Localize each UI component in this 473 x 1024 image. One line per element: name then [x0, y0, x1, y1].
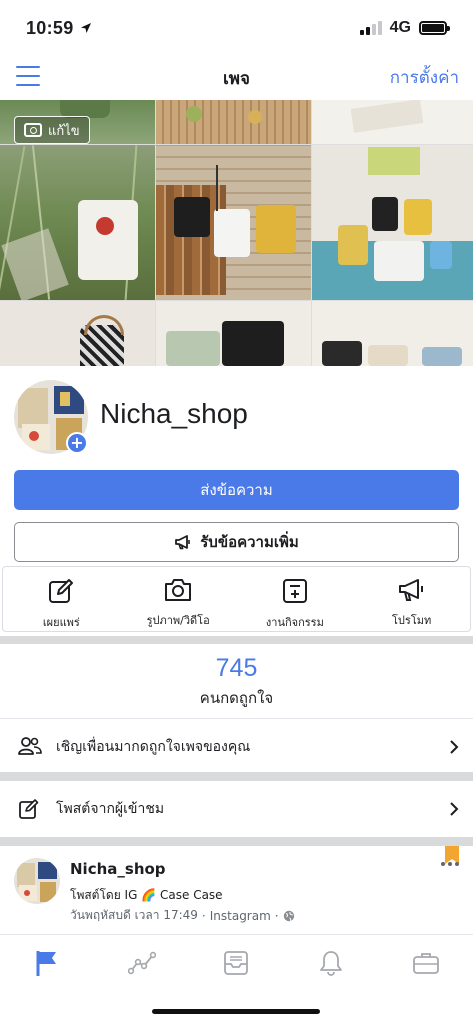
action-label: เผยแพร่ [42, 616, 80, 629]
edit-cover-label: แก้ไข [48, 123, 80, 139]
invite-friends-label: เชิญเพื่อนมากดถูกใจเพจของคุณ [56, 739, 251, 755]
get-more-messages-label: รับข้อความเพิ่ม [200, 533, 299, 551]
inbox-icon [224, 950, 249, 975]
visitor-posts-label: โพสต์จากผู้เข้าชม [56, 801, 165, 817]
page-title: เพจ [223, 68, 250, 89]
friends-icon [18, 737, 42, 755]
rainbow-emoji: 🌈 [141, 888, 157, 902]
event-icon [282, 579, 307, 603]
tab-inbox[interactable] [189, 935, 284, 990]
section-divider [0, 772, 473, 781]
tab-insights[interactable] [95, 935, 190, 990]
megaphone-icon [175, 535, 191, 550]
action-label: รูปภาพ/วิดีโอ [146, 614, 210, 627]
action-label: โปรโมท [392, 614, 432, 627]
tab-page[interactable] [0, 935, 95, 990]
invite-friends-row[interactable]: เชิญเพื่อนมากดถูกใจเพจของคุณ [0, 719, 473, 775]
network-type: 4G [389, 19, 411, 36]
cover-tile [156, 145, 311, 300]
section-divider [0, 636, 473, 644]
post-author-avatar[interactable] [14, 858, 60, 904]
profile-header: + Nicha_shop [0, 376, 473, 460]
status-bar: 10:59 4G [0, 0, 473, 56]
post-by-line: โพสต์โดย IG 🌈 Case Case [70, 886, 223, 905]
cover-tile [156, 301, 311, 366]
cover-tile [312, 145, 473, 300]
send-message-button[interactable]: ส่งข้อความ [14, 470, 459, 510]
bottom-tab-bar [0, 934, 473, 990]
likes-count: 745 [215, 654, 258, 682]
status-time: 10:59 [26, 18, 92, 39]
visitor-posts-row[interactable]: โพสต์จากผู้เข้าชม [0, 781, 473, 837]
edit-icon [49, 579, 74, 603]
megaphone-icon [398, 579, 423, 601]
cover-tile [156, 100, 311, 144]
camera-icon [165, 579, 192, 601]
post-by-prefix: โพสต์โดย IG [70, 888, 138, 902]
tab-notifications[interactable] [284, 935, 379, 990]
post-by-name: Case Case [160, 888, 223, 902]
location-arrow-icon [80, 23, 91, 33]
cover-tile [312, 100, 473, 144]
flag-icon [36, 950, 57, 976]
battery-icon [419, 21, 450, 35]
action-label: งานกิจกรรม [265, 616, 324, 629]
photo-video-action[interactable]: รูปภาพ/วิดีโอ [120, 567, 237, 631]
status-time-text: 10:59 [26, 17, 74, 38]
globe-icon [283, 910, 294, 921]
get-more-messages-button[interactable]: รับข้อความเพิ่ม [14, 522, 459, 562]
bell-icon [320, 950, 342, 976]
promote-action[interactable]: โปรโมท [353, 567, 470, 631]
post-author-name[interactable]: Nicha_shop [70, 860, 166, 878]
chevron-right-icon [450, 802, 459, 816]
camera-icon [24, 123, 42, 137]
post-meta: วันพฤหัสบดี เวลา 17:49 · Instagram · [70, 906, 295, 925]
likes-label: คนกดถูกใจ [199, 689, 274, 707]
settings-button[interactable]: การตั้งค่า [390, 64, 459, 91]
cover-tile [312, 301, 473, 366]
section-divider [0, 837, 473, 846]
insights-icon [127, 951, 156, 974]
cover-tile [0, 145, 155, 300]
edit-cover-button[interactable]: แก้ไข [14, 116, 90, 144]
avatar-image [14, 858, 60, 904]
add-photo-icon[interactable]: + [66, 432, 88, 454]
post-time: วันพฤหัสบดี เวลา 17:49 [70, 908, 198, 922]
cover-photo[interactable]: แก้ไข [0, 100, 473, 366]
status-indicators: 4G [359, 19, 450, 37]
page-actions: เผยแพร่ รูปภาพ/วิดีโอ งานกิจกรรม โปรโมท [2, 566, 471, 632]
briefcase-icon [412, 952, 439, 974]
post-source: Instagram [209, 908, 271, 923]
cover-tile [0, 301, 155, 366]
home-indicator[interactable] [152, 1009, 320, 1014]
nav-bar: เพจ การตั้งค่า [0, 56, 473, 100]
meta-separator: · [201, 908, 206, 923]
more-options-icon[interactable] [441, 862, 459, 866]
chevron-right-icon [450, 740, 459, 754]
event-action[interactable]: งานกิจกรรม [237, 567, 354, 631]
send-message-label: ส่งข้อความ [200, 481, 273, 499]
signal-icon [359, 21, 382, 35]
publish-action[interactable]: เผยแพร่ [3, 567, 120, 631]
tab-tools[interactable] [378, 935, 473, 990]
compose-icon [19, 799, 39, 819]
page-name: Nicha_shop [100, 398, 248, 429]
menu-icon[interactable] [16, 66, 40, 86]
meta-separator: · [274, 908, 279, 923]
